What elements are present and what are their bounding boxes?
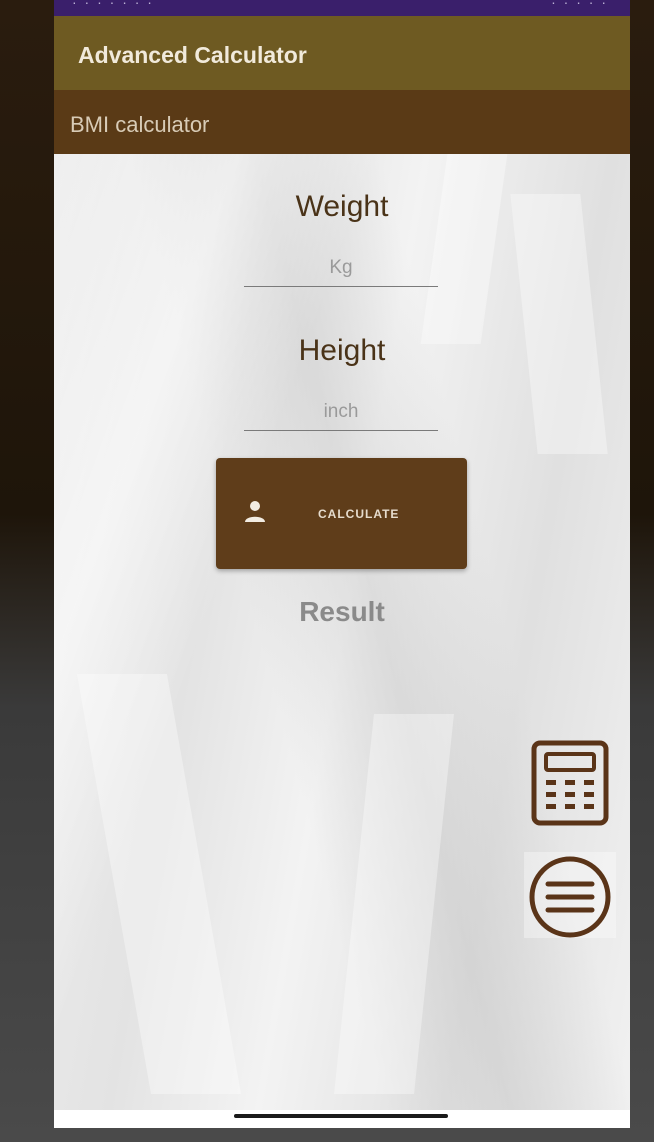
height-input-placeholder: inch [323,401,359,422]
phone-screen: · · · · · · · · · · · · Advanced Calcula… [54,0,630,1128]
content-area [54,154,630,1118]
weight-input[interactable]: Kg [244,250,438,287]
calculator-fab[interactable] [530,740,610,826]
background-facet [510,194,608,454]
home-indicator[interactable] [234,1114,448,1118]
app-title: Advanced Calculator [78,42,307,68]
height-input[interactable]: inch [244,394,438,431]
menu-icon [529,856,611,938]
status-bar-left-indicators: · · · · · · · [72,0,154,10]
screen-title: BMI calculator [70,112,210,137]
weight-label: Weight [295,190,389,223]
status-bar: · · · · · · · · · · · · [54,0,630,16]
background-facet [76,674,242,1094]
background-facet [420,154,508,344]
app-bar: Advanced Calculator [54,16,630,90]
navigation-bar [54,1110,630,1128]
calculator-icon [531,740,609,826]
person-icon [245,501,265,522]
result-label: Result [299,596,385,627]
calculate-button[interactable]: CALCULATE [216,458,467,569]
background-facet [334,714,454,1094]
height-label: Height [298,334,386,367]
calculate-button-label: CALCULATE [318,507,400,521]
status-bar-right-indicators: · · · · · [551,0,608,10]
sub-header: BMI calculator [54,90,630,154]
weight-input-placeholder: Kg [329,257,353,278]
menu-fab[interactable] [524,852,616,938]
